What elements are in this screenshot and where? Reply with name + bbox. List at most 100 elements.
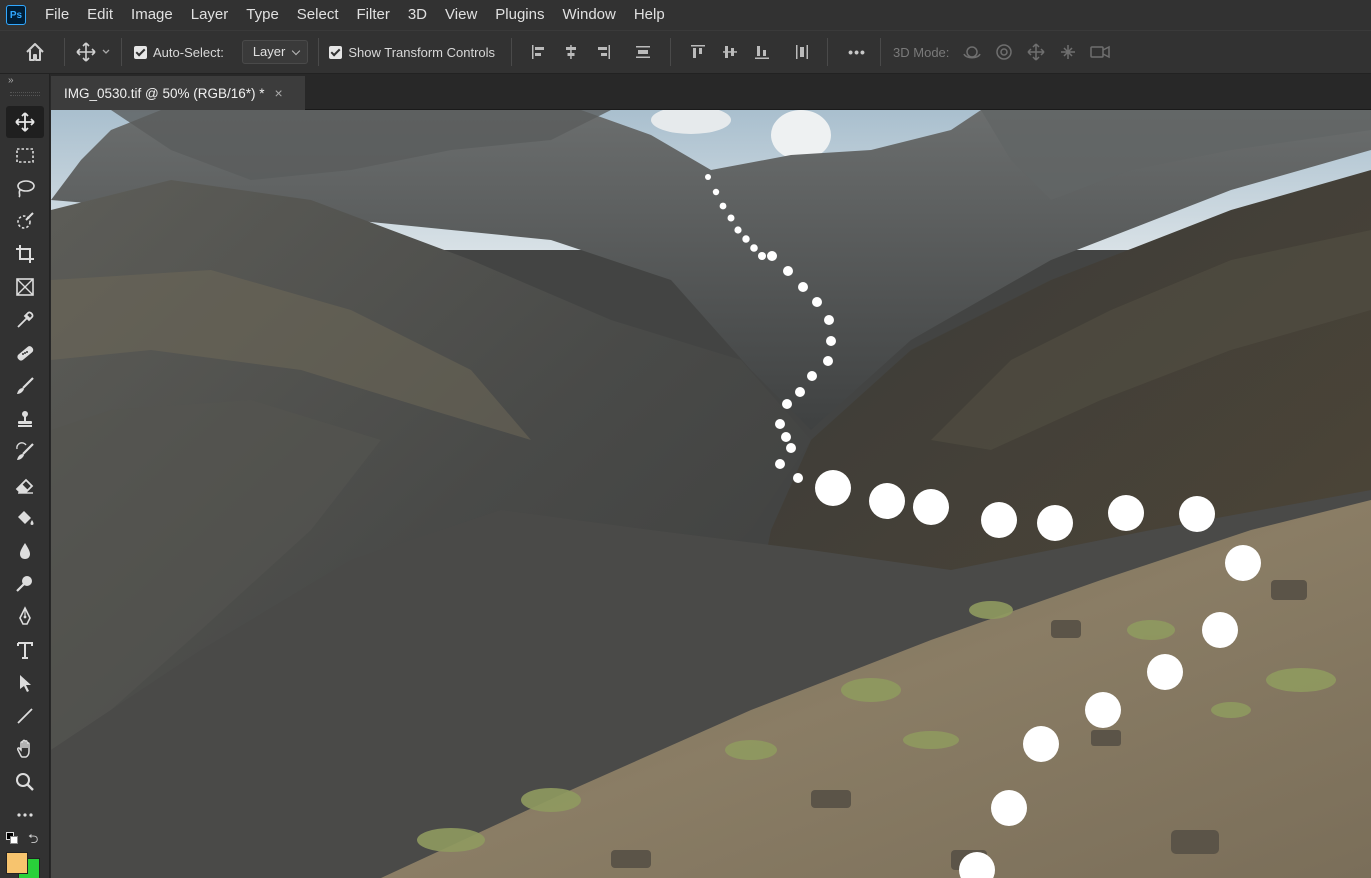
- history-brush-icon: [16, 442, 34, 460]
- menu-filter[interactable]: Filter: [348, 0, 399, 30]
- foreground-color-swatch[interactable]: [6, 852, 28, 874]
- separator: [827, 38, 829, 66]
- menu-help[interactable]: Help: [625, 0, 674, 30]
- blur-tool[interactable]: [6, 535, 44, 567]
- menu-type[interactable]: Type: [237, 0, 288, 30]
- document-canvas[interactable]: [51, 110, 1371, 878]
- 3d-orbit-icon[interactable]: [959, 39, 985, 65]
- line-icon: [17, 708, 33, 724]
- collapse-toolbar-button[interactable]: »: [0, 74, 49, 88]
- marquee-icon: [16, 148, 34, 163]
- edit-toolbar-button[interactable]: [6, 799, 44, 831]
- toolbar-grip[interactable]: [10, 92, 40, 96]
- crop-icon: [16, 245, 34, 263]
- menu-bar: Ps File Edit Image Layer Type Select Fil…: [0, 0, 1371, 30]
- dodge-icon: [16, 576, 32, 592]
- magnifier-icon: [16, 773, 34, 791]
- separator: [318, 38, 320, 66]
- bandage-icon: [17, 346, 34, 361]
- document-tab-bar: IMG_0530.tif @ 50% (RGB/16*) * ×: [51, 74, 1371, 110]
- line-tool[interactable]: [6, 700, 44, 732]
- menu-layer[interactable]: Layer: [182, 0, 238, 30]
- pen-icon: [19, 606, 31, 625]
- eyedropper-tool[interactable]: [6, 304, 44, 336]
- color-swatches: ⮌: [4, 830, 46, 878]
- menu-3d[interactable]: 3D: [399, 0, 436, 30]
- type-icon: [17, 642, 33, 659]
- move-tool-preset-icon[interactable]: [73, 39, 99, 65]
- show-transform-controls-checkbox[interactable]: Show Transform Controls: [329, 45, 495, 60]
- paint-bucket-tool[interactable]: [6, 502, 44, 534]
- hand-tool[interactable]: [6, 733, 44, 765]
- lasso-tool[interactable]: [6, 172, 44, 204]
- hand-icon: [17, 739, 30, 758]
- crop-tool[interactable]: [6, 238, 44, 270]
- separator: [880, 38, 882, 66]
- home-icon[interactable]: [20, 39, 50, 65]
- eraser-tool[interactable]: [6, 469, 44, 501]
- menu-image[interactable]: Image: [122, 0, 182, 30]
- 3d-pan-icon[interactable]: [1023, 39, 1049, 65]
- droplet-icon: [20, 543, 30, 559]
- spot-healing-brush-tool[interactable]: [6, 337, 44, 369]
- chevron-down-icon[interactable]: [99, 39, 113, 65]
- tools-panel: » ⮌: [0, 74, 50, 878]
- auto-select-checkbox[interactable]: Auto-Select:: [134, 45, 224, 60]
- more-options-button[interactable]: •••: [844, 39, 870, 65]
- align-bottom-edges-icon[interactable]: [749, 39, 775, 65]
- align-left-edges-icon[interactable]: [526, 39, 552, 65]
- 3d-mode-label: 3D Mode:: [893, 44, 950, 60]
- separator: [511, 38, 513, 66]
- brush-tool[interactable]: [6, 370, 44, 402]
- menu-file[interactable]: File: [36, 0, 78, 30]
- more-tools-icon: [17, 813, 33, 817]
- stamp-icon: [18, 411, 32, 427]
- frame-tool[interactable]: [6, 271, 44, 303]
- align-vertical-centers-icon[interactable]: [717, 39, 743, 65]
- close-icon[interactable]: ×: [275, 85, 283, 101]
- menu-window[interactable]: Window: [553, 0, 624, 30]
- move-tool[interactable]: [6, 106, 44, 138]
- object-selection-tool[interactable]: [6, 205, 44, 237]
- dodge-tool[interactable]: [6, 568, 44, 600]
- 3d-scale-camera-icon[interactable]: [1087, 39, 1113, 65]
- 3d-slide-icon[interactable]: [1055, 39, 1081, 65]
- default-colors-icon[interactable]: [6, 832, 18, 844]
- clone-stamp-tool[interactable]: [6, 403, 44, 435]
- menu-view[interactable]: View: [436, 0, 486, 30]
- menu-edit[interactable]: Edit: [78, 0, 122, 30]
- show-transform-controls-label: Show Transform Controls: [348, 44, 496, 60]
- auto-select-target-dropdown[interactable]: Layer: [241, 40, 309, 64]
- brush-icon: [17, 377, 34, 394]
- align-right-edges-icon[interactable]: [590, 39, 616, 65]
- swap-colors-icon[interactable]: ⮌: [28, 830, 38, 852]
- history-brush-tool[interactable]: [6, 436, 44, 468]
- paint-bucket-icon: [18, 511, 34, 525]
- checkbox-checked-icon: [329, 45, 343, 59]
- pen-tool[interactable]: [6, 601, 44, 633]
- zoom-tool[interactable]: [6, 766, 44, 798]
- checkbox-checked-icon: [134, 45, 147, 59]
- options-bar: Auto-Select: Layer Show Transform Contro…: [0, 30, 1371, 74]
- type-tool[interactable]: [6, 634, 44, 666]
- document-tab[interactable]: IMG_0530.tif @ 50% (RGB/16*) * ×: [51, 76, 305, 110]
- menu-plugins[interactable]: Plugins: [486, 0, 553, 30]
- 3d-roll-icon[interactable]: [991, 39, 1017, 65]
- rectangular-marquee-tool[interactable]: [6, 139, 44, 171]
- eyedropper-icon: [17, 311, 34, 328]
- separator: [121, 38, 122, 66]
- photoshop-logo-icon: Ps: [6, 5, 26, 25]
- path-selection-tool[interactable]: [6, 667, 44, 699]
- align-top-edges-icon[interactable]: [685, 39, 711, 65]
- align-horizontal-centers-icon[interactable]: [558, 39, 584, 65]
- document-tab-title: IMG_0530.tif @ 50% (RGB/16*) *: [64, 85, 265, 101]
- eraser-icon: [15, 478, 34, 494]
- menu-select[interactable]: Select: [288, 0, 348, 30]
- distribute-vertical-icon[interactable]: [630, 39, 656, 65]
- separator: [64, 38, 65, 66]
- lasso-icon: [17, 180, 35, 198]
- move-icon: [15, 112, 35, 132]
- object-selection-icon: [17, 212, 34, 229]
- photo-mountain-scree: [51, 110, 1371, 878]
- distribute-horizontal-icon[interactable]: [789, 39, 815, 65]
